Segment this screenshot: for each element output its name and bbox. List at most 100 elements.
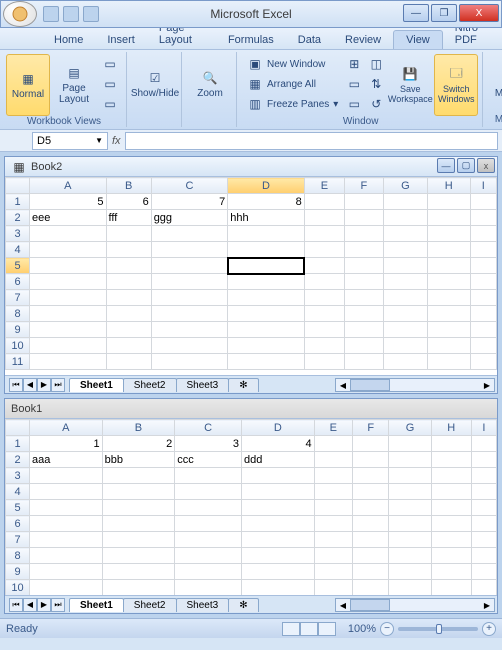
cell[interactable]	[353, 516, 389, 532]
sheet-nav-first-icon[interactable]: ⏮	[9, 378, 23, 392]
row-header[interactable]: 1	[6, 194, 30, 210]
cell[interactable]	[151, 242, 228, 258]
tab-review[interactable]: Review	[333, 31, 393, 49]
cell[interactable]	[471, 532, 496, 548]
cell[interactable]	[431, 484, 471, 500]
cell[interactable]	[102, 548, 175, 564]
cell[interactable]	[304, 354, 344, 370]
cell[interactable]	[102, 580, 175, 596]
cell[interactable]	[304, 194, 344, 210]
cell[interactable]	[383, 306, 427, 322]
sheet-nav-next-icon[interactable]: ▶	[37, 598, 51, 612]
cell[interactable]	[389, 564, 431, 580]
cell[interactable]	[151, 258, 228, 274]
sheet-nav-last-icon[interactable]: ⏭	[51, 378, 65, 392]
unhide-button[interactable]: ▭	[344, 94, 364, 114]
page-layout-view-button[interactable]: ▤ Page Layout	[52, 54, 96, 116]
cell[interactable]	[389, 580, 431, 596]
cell[interactable]	[102, 516, 175, 532]
cell[interactable]	[471, 500, 496, 516]
cell[interactable]	[242, 548, 315, 564]
cell[interactable]	[30, 338, 107, 354]
cell[interactable]	[431, 436, 471, 452]
cell[interactable]	[228, 274, 305, 290]
cell[interactable]	[471, 564, 496, 580]
cell[interactable]	[389, 484, 431, 500]
tab-formulas[interactable]: Formulas	[216, 31, 286, 49]
close-button[interactable]: X	[459, 4, 499, 22]
book2-restore[interactable]: ▢	[457, 158, 475, 173]
new-window-button[interactable]: ▣New Window	[243, 54, 342, 74]
cell[interactable]	[428, 242, 470, 258]
cell[interactable]	[175, 580, 242, 596]
book2-titlebar[interactable]: ▦ Book2 — ▢ x	[5, 157, 497, 177]
cell[interactable]	[431, 580, 471, 596]
cell[interactable]	[175, 468, 242, 484]
sheet-tab[interactable]: Sheet3	[176, 378, 230, 392]
cell[interactable]	[389, 516, 431, 532]
qat-save-icon[interactable]	[43, 6, 59, 22]
cell[interactable]	[151, 322, 228, 338]
cell[interactable]	[383, 274, 427, 290]
cell[interactable]	[304, 210, 344, 226]
cell[interactable]: aaa	[30, 452, 103, 468]
cell[interactable]	[353, 468, 389, 484]
cell[interactable]	[470, 226, 497, 242]
select-all-corner[interactable]	[6, 420, 30, 436]
cell[interactable]	[345, 242, 383, 258]
cell[interactable]	[242, 468, 315, 484]
insert-sheet-tab[interactable]: ✻	[228, 378, 258, 392]
cell[interactable]	[102, 532, 175, 548]
tab-home[interactable]: Home	[42, 31, 95, 49]
col-header[interactable]: H	[428, 178, 470, 194]
cell[interactable]	[428, 226, 470, 242]
normal-view-button[interactable]: ▦ Normal	[6, 54, 50, 116]
cell[interactable]	[151, 290, 228, 306]
cell[interactable]	[431, 516, 471, 532]
scroll-left-icon[interactable]: ◀	[336, 599, 350, 611]
row-header[interactable]: 7	[6, 290, 30, 306]
cell[interactable]	[314, 436, 352, 452]
col-header[interactable]: E	[304, 178, 344, 194]
cell[interactable]	[175, 484, 242, 500]
row-header[interactable]: 11	[6, 354, 30, 370]
scroll-right-icon[interactable]: ▶	[480, 379, 494, 391]
cell[interactable]	[30, 322, 107, 338]
cell[interactable]	[345, 338, 383, 354]
cell[interactable]	[389, 548, 431, 564]
sheet-tab[interactable]: Sheet2	[123, 598, 177, 612]
cell[interactable]	[314, 548, 352, 564]
cell[interactable]	[304, 226, 344, 242]
cell[interactable]	[428, 210, 470, 226]
col-header[interactable]: E	[314, 420, 352, 436]
minimize-button[interactable]: —	[403, 4, 429, 22]
cell[interactable]	[228, 306, 305, 322]
cell[interactable]	[345, 258, 383, 274]
cell[interactable]	[175, 564, 242, 580]
cell[interactable]	[345, 194, 383, 210]
cell[interactable]	[228, 226, 305, 242]
cell[interactable]	[151, 226, 228, 242]
cell[interactable]: hhh	[228, 210, 305, 226]
cell[interactable]	[106, 306, 151, 322]
sheet-nav-prev-icon[interactable]: ◀	[23, 598, 37, 612]
cell[interactable]	[242, 484, 315, 500]
cell[interactable]	[431, 548, 471, 564]
tab-view[interactable]: View	[393, 30, 443, 49]
cell[interactable]	[428, 258, 470, 274]
cell[interactable]	[428, 338, 470, 354]
macros-button[interactable]: ▶ Macros	[489, 54, 502, 114]
cell[interactable]	[30, 564, 103, 580]
cell[interactable]: 7	[151, 194, 228, 210]
scroll-left-icon[interactable]: ◀	[336, 379, 350, 391]
cell[interactable]	[242, 580, 315, 596]
cell[interactable]: fff	[106, 210, 151, 226]
cell[interactable]	[30, 242, 107, 258]
sheet-nav-last-icon[interactable]: ⏭	[51, 598, 65, 612]
cell[interactable]	[30, 258, 107, 274]
row-header[interactable]: 10	[6, 338, 30, 354]
sheet-tab[interactable]: Sheet1	[69, 378, 124, 392]
tab-data[interactable]: Data	[286, 31, 333, 49]
cell[interactable]	[389, 452, 431, 468]
col-header[interactable]: C	[151, 178, 228, 194]
